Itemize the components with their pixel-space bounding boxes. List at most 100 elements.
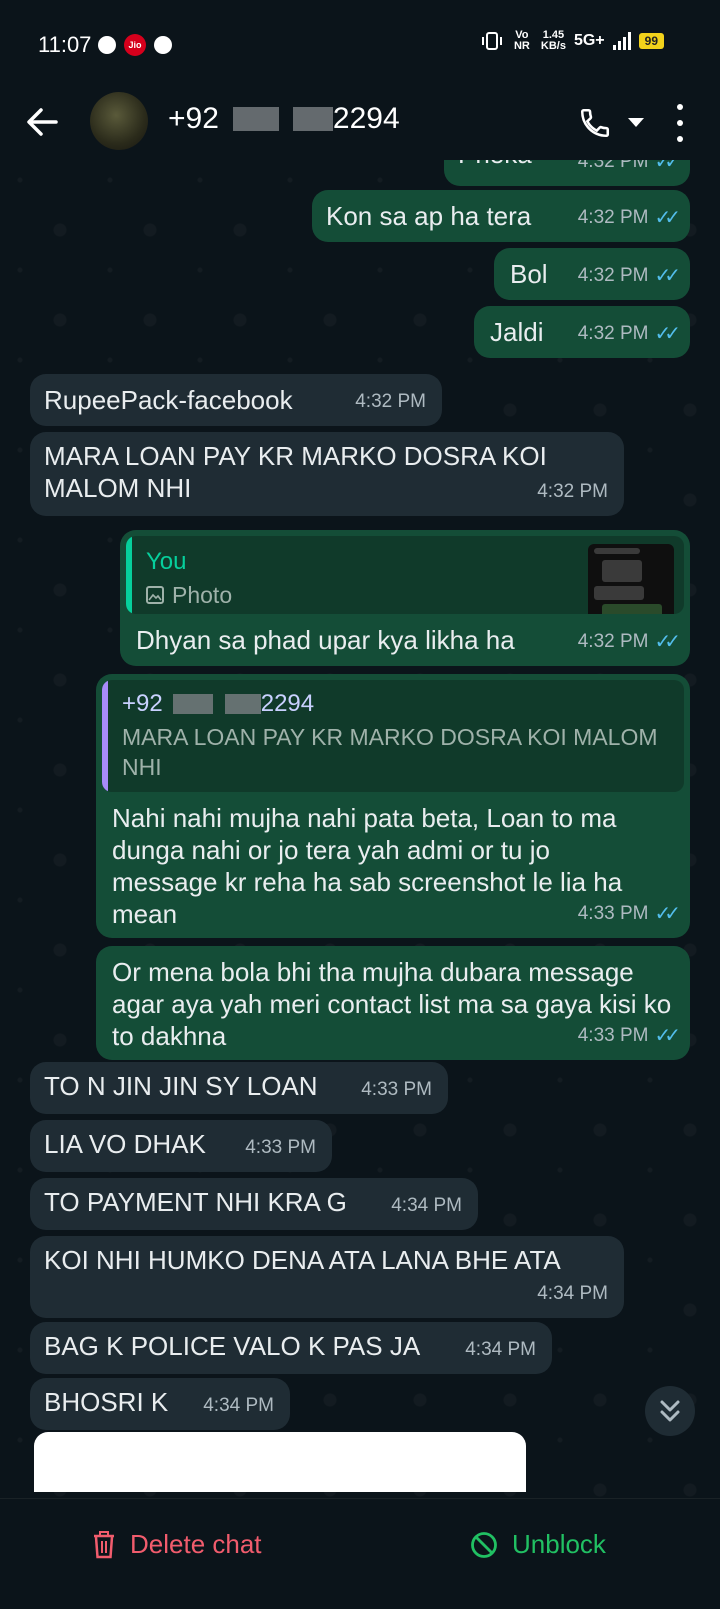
message-incoming[interactable]: BHOSRI K 4:34 PM — [30, 1378, 290, 1430]
message-text: MARA LOAN PAY KR MARKO DOSRA KOI MALOM N… — [44, 441, 547, 503]
message-meta: 4:33 PM ✓✓ — [577, 1020, 681, 1052]
read-ticks-icon: ✓✓ — [654, 631, 680, 653]
status-time: 11:07 — [38, 32, 92, 57]
message-meta: 4:32 PM ✓✓ — [577, 626, 681, 658]
message-outgoing[interactable]: Jaldi 4:32 PM ✓✓ — [474, 306, 690, 358]
message-time: 4:32 PM — [537, 481, 608, 502]
message-meta: 4:33 PM ✓✓ — [578, 898, 681, 930]
message-time: 4:34 PM — [465, 1339, 536, 1360]
back-arrow-icon[interactable] — [24, 104, 60, 140]
message-meta: 4:32 PM ✓✓ — [578, 260, 681, 292]
message-incoming[interactable]: TO N JIN JIN SY LOAN 4:33 PM — [30, 1062, 448, 1114]
message-text: Bol — [510, 259, 548, 289]
contact-title-prefix: +92 — [168, 102, 219, 135]
message-text: Dhyan sa phad upar kya likha ha — [136, 625, 515, 655]
message-meta: 4:32 PM — [537, 476, 608, 508]
message-outgoing[interactable]: Bol 4:32 PM ✓✓ — [494, 248, 690, 300]
message-time: 4:33 PM — [245, 1137, 316, 1158]
message-time: 4:32 PM — [577, 631, 649, 652]
notification-icons: Jio — [98, 34, 172, 56]
message-meta: 4:32 PM ✓✓ — [578, 160, 681, 178]
read-ticks-icon: ✓✓ — [654, 903, 680, 925]
delete-chat-label: Delete chat — [130, 1529, 262, 1559]
bottom-action-bar: Delete chat Unblock — [0, 1498, 720, 1609]
volte-indicator: Vo NR — [513, 29, 530, 52]
call-dropdown-icon[interactable] — [628, 118, 644, 127]
message-outgoing[interactable]: Kon sa ap ha tera 4:32 PM ✓✓ — [312, 190, 690, 242]
chat-notification-icon — [98, 36, 116, 54]
message-time: 4:34 PM — [391, 1195, 462, 1216]
redacted-block — [232, 107, 279, 131]
redacted-block — [292, 107, 333, 131]
quote-content: Photo — [146, 580, 232, 610]
more-options-icon[interactable] — [676, 104, 684, 142]
read-ticks-icon: ✓✓ — [654, 160, 680, 173]
partial-card — [34, 1432, 526, 1492]
message-incoming[interactable]: BAG K POLICE VALO K PAS JA 4:34 PM — [30, 1322, 552, 1374]
message-meta: 4:33 PM — [245, 1132, 316, 1164]
quote-text: MARA LOAN PAY KR MARKO DOSRA KOI MALOM N… — [122, 724, 658, 780]
message-meta: 4:34 PM — [203, 1390, 274, 1422]
message-meta: 4:34 PM — [465, 1334, 536, 1366]
chat-area[interactable]: Pheka 4:32 PM✓✓ Kon sa ap ha tera 4:32 P… — [0, 160, 720, 1500]
whatsapp-notification-icon — [154, 36, 172, 54]
photo-thumbnail[interactable] — [588, 544, 674, 614]
message-incoming[interactable]: TO PAYMENT NHI KRA G 4:34 PM — [30, 1178, 478, 1230]
network-type: 5G+ — [573, 32, 605, 49]
message-incoming[interactable]: RupeePack-facebook 4:32 PM — [30, 374, 442, 426]
message-text: Pheka — [458, 160, 532, 170]
message-outgoing[interactable]: Pheka 4:32 PM ✓✓ — [444, 160, 690, 186]
quoted-message[interactable]: +92 2294 MARA LOAN PAY KR MARKO DOSRA KO… — [102, 680, 684, 792]
message-time: 4:34 PM — [537, 1283, 608, 1304]
message-time: 4:32 PM — [577, 207, 649, 228]
message-outgoing[interactable]: Or mena bola bhi tha mujha dubara messag… — [96, 946, 690, 1060]
status-bar: 11:07 Jio Vo NR 1.45 KB/s 5G+ 99 — [0, 0, 720, 86]
message-meta: 4:34 PM — [391, 1190, 462, 1222]
vibrate-icon — [481, 32, 502, 50]
quote-bar — [126, 536, 132, 614]
message-meta: 4:32 PM — [355, 386, 426, 418]
unblock-button[interactable]: Unblock — [470, 1529, 606, 1560]
message-text: Nahi nahi mujha nahi pata beta, Loan to … — [112, 803, 623, 929]
network-speed-unit: KB/s — [540, 40, 566, 52]
message-time: 4:34 PM — [203, 1395, 274, 1416]
contact-title[interactable]: +92 2294 — [168, 102, 400, 136]
double-chevron-down-icon — [660, 1400, 680, 1422]
read-ticks-icon: ✓✓ — [654, 1025, 680, 1047]
read-ticks-icon: ✓✓ — [654, 207, 680, 229]
quote-bar — [102, 680, 108, 792]
message-incoming[interactable]: KOI NHI HUMKO DENA ATA LANA BHE ATA 4:34… — [30, 1236, 624, 1318]
message-time: 4:32 PM — [355, 391, 426, 412]
redacted-block — [172, 694, 213, 714]
avatar[interactable] — [90, 92, 148, 150]
message-text: TO PAYMENT NHI KRA G — [44, 1187, 347, 1217]
message-text: Kon sa ap ha tera — [326, 201, 532, 231]
signal-icon — [612, 32, 631, 50]
quote-text: Photo — [172, 582, 233, 608]
jio-icon: Jio — [124, 34, 146, 56]
message-meta: 4:33 PM — [361, 1074, 432, 1106]
message-text: KOI NHI HUMKO DENA ATA LANA BHE ATA — [44, 1245, 561, 1275]
message-outgoing[interactable]: You Photo Dhyan sa phad upar kya likha h… — [120, 530, 690, 666]
message-incoming[interactable]: MARA LOAN PAY KR MARKO DOSRA KOI MALOM N… — [30, 432, 624, 516]
quote-author-prefix: +92 — [122, 690, 163, 717]
delete-chat-button[interactable]: Delete chat — [92, 1529, 262, 1560]
read-ticks-icon: ✓✓ — [654, 265, 680, 287]
quote-author: You — [146, 548, 187, 575]
quoted-message[interactable]: You Photo — [126, 536, 684, 614]
system-icons: Vo NR 1.45 KB/s 5G+ 99 — [481, 30, 664, 52]
scroll-to-bottom-button[interactable] — [645, 1386, 695, 1436]
message-time: 4:33 PM — [577, 1025, 649, 1046]
message-meta: 4:32 PM ✓✓ — [578, 318, 681, 350]
voice-call-icon[interactable] — [578, 106, 612, 140]
quote-author-suffix: 2294 — [260, 690, 315, 717]
message-text: RupeePack-facebook — [44, 385, 293, 415]
message-incoming[interactable]: LIA VO DHAK 4:33 PM — [30, 1120, 332, 1172]
message-text: Jaldi — [490, 317, 544, 347]
message-outgoing[interactable]: +92 2294 MARA LOAN PAY KR MARKO DOSRA KO… — [96, 674, 690, 938]
message-text: LIA VO DHAK — [44, 1129, 206, 1159]
battery-icon: 99 — [638, 33, 664, 49]
quote-author: +92 2294 — [122, 688, 314, 720]
message-text: TO N JIN JIN SY LOAN — [44, 1071, 318, 1101]
redacted-block — [224, 694, 261, 714]
